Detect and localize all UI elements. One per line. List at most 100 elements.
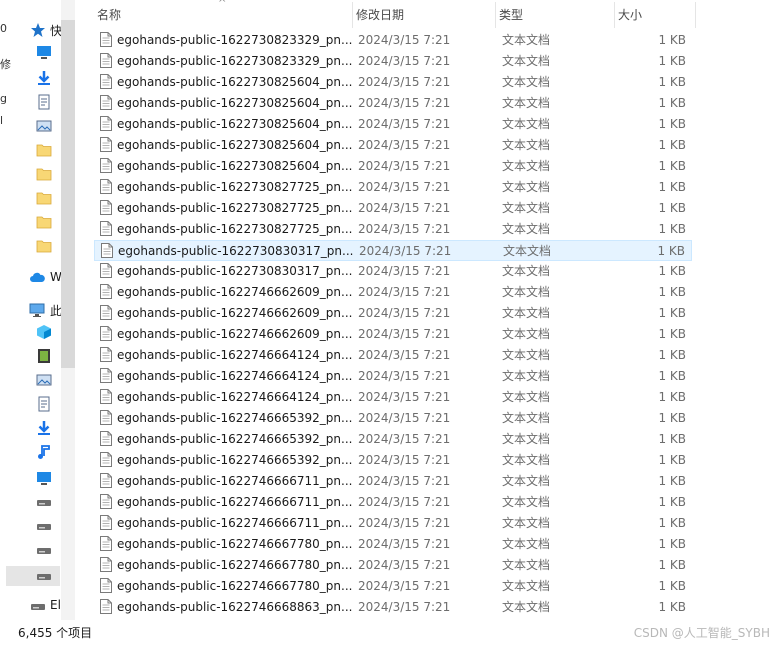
- folder-icon: [36, 214, 52, 230]
- file-row[interactable]: egohands-public-1622730823329_pn... 2024/…: [94, 30, 692, 51]
- nav-scrollbar[interactable]: [61, 0, 75, 620]
- file-name[interactable]: egohands-public-1622730827725_pn...: [117, 219, 352, 240]
- file-name[interactable]: egohands-public-1622730830317_pn...: [117, 261, 352, 282]
- file-row[interactable]: egohands-public-1622730825604_pn... 2024/…: [94, 156, 692, 177]
- file-row[interactable]: egohands-public-1622730825604_pn... 2024/…: [94, 72, 692, 93]
- desktop-icon: [36, 44, 52, 60]
- file-name[interactable]: egohands-public-1622730823329_pn...: [117, 30, 352, 51]
- file-name[interactable]: egohands-public-1622746662609_pn...: [117, 324, 352, 345]
- file-name[interactable]: egohands-public-1622746667780_pn...: [117, 576, 352, 597]
- file-row[interactable]: egohands-public-1622730827725_pn... 2024/…: [94, 219, 692, 240]
- file-modified-date: 2024/3/15 7:21: [358, 390, 451, 404]
- file-row[interactable]: egohands-public-1622746664124_pn... 2024/…: [94, 387, 692, 408]
- file-row[interactable]: egohands-public-1622730825604_pn... 2024/…: [94, 93, 692, 114]
- file-name[interactable]: egohands-public-1622746664124_pn...: [117, 366, 352, 387]
- column-divider[interactable]: [695, 2, 696, 28]
- watermark-text: CSDN @人工智能_SYBH: [633, 626, 770, 640]
- pictures-icon: [36, 118, 52, 134]
- file-name[interactable]: egohands-public-1622746662609_pn...: [117, 282, 352, 303]
- file-row[interactable]: egohands-public-1622746667780_pn... 2024/…: [94, 534, 692, 555]
- nav-item[interactable]: [6, 566, 60, 586]
- text-file-icon: [100, 452, 112, 467]
- file-name[interactable]: egohands-public-1622730823329_pn...: [117, 51, 352, 72]
- column-header-name[interactable]: 名称: [94, 0, 352, 28]
- file-name[interactable]: egohands-public-1622746665392_pn...: [117, 450, 352, 471]
- file-row[interactable]: egohands-public-1622746664124_pn... 2024/…: [94, 345, 692, 366]
- drive-icon: [36, 542, 52, 558]
- file-type: 文本文档: [502, 222, 551, 236]
- file-name[interactable]: egohands-public-1622746668863_pn...: [117, 597, 352, 618]
- file-row[interactable]: egohands-public-1622746666711_pn... 2024/…: [94, 513, 692, 534]
- file-row[interactable]: egohands-public-1622746666711_pn... 2024/…: [94, 492, 692, 513]
- file-type: 文本文档: [502, 75, 551, 89]
- file-row[interactable]: egohands-public-1622730827725_pn... 2024/…: [94, 198, 692, 219]
- file-row[interactable]: egohands-public-1622746667780_pn... 2024/…: [94, 576, 692, 597]
- file-type: 文本文档: [502, 516, 551, 530]
- file-name[interactable]: egohands-public-1622730830317_pn...: [118, 241, 353, 262]
- file-type: 文本文档: [502, 306, 551, 320]
- file-row[interactable]: egohands-public-1622730827725_pn... 2024/…: [94, 177, 692, 198]
- file-name[interactable]: egohands-public-1622746664124_pn...: [117, 345, 352, 366]
- file-list: egohands-public-1622730823329_pn... 2024/…: [94, 30, 694, 620]
- file-row[interactable]: egohands-public-1622746662609_pn... 2024/…: [94, 303, 692, 324]
- file-row[interactable]: egohands-public-1622730830317_pn... 2024/…: [94, 261, 692, 282]
- desktop-icon: [36, 470, 52, 486]
- file-type: 文本文档: [503, 244, 552, 258]
- drive-icon: [36, 568, 52, 584]
- file-size: 1 KB: [658, 96, 686, 110]
- file-name[interactable]: egohands-public-1622746666711_pn...: [117, 471, 352, 492]
- file-name[interactable]: egohands-public-1622730827725_pn...: [117, 177, 352, 198]
- documents-icon: [36, 94, 52, 110]
- text-file-icon: [100, 599, 112, 614]
- file-row[interactable]: egohands-public-1622746665392_pn... 2024/…: [94, 450, 692, 471]
- file-row[interactable]: egohands-public-1622746662609_pn... 2024/…: [94, 282, 692, 303]
- 3d-objects-icon: [36, 324, 52, 340]
- file-name[interactable]: egohands-public-1622730827725_pn...: [117, 198, 352, 219]
- pictures-icon: [36, 372, 52, 388]
- file-type: 文本文档: [502, 495, 551, 509]
- file-type: 文本文档: [502, 96, 551, 110]
- file-name[interactable]: egohands-public-1622730825604_pn...: [117, 72, 352, 93]
- file-row[interactable]: egohands-public-1622746667780_pn... 2024/…: [94, 555, 692, 576]
- file-type: 文本文档: [502, 54, 551, 68]
- file-row[interactable]: egohands-public-1622746665392_pn... 2024/…: [94, 408, 692, 429]
- file-name[interactable]: egohands-public-1622730825604_pn...: [117, 156, 352, 177]
- text-file-icon: [100, 137, 112, 152]
- nav-scrollbar-thumb[interactable]: [61, 20, 75, 368]
- folder-icon: [36, 238, 52, 254]
- file-name[interactable]: egohands-public-1622746664124_pn...: [117, 387, 352, 408]
- file-name[interactable]: egohands-public-1622746665392_pn...: [117, 429, 352, 450]
- text-file-icon: [100, 200, 112, 215]
- file-modified-date: 2024/3/15 7:21: [358, 600, 451, 614]
- file-size: 1 KB: [658, 285, 686, 299]
- file-type: 文本文档: [502, 33, 551, 47]
- file-name[interactable]: egohands-public-1622746667780_pn...: [117, 534, 352, 555]
- file-name[interactable]: egohands-public-1622730825604_pn...: [117, 114, 352, 135]
- file-name[interactable]: egohands-public-1622746666711_pn...: [117, 492, 352, 513]
- file-size: 1 KB: [658, 558, 686, 572]
- file-row[interactable]: egohands-public-1622730825604_pn... 2024/…: [94, 135, 692, 156]
- file-row[interactable]: egohands-public-1622730830317_pn... 2024/…: [94, 240, 692, 261]
- file-row[interactable]: egohands-public-1622746668863_pn... 2024/…: [94, 597, 692, 618]
- file-name[interactable]: egohands-public-1622746665392_pn...: [117, 408, 352, 429]
- file-name[interactable]: egohands-public-1622746667780_pn...: [117, 555, 352, 576]
- file-row[interactable]: egohands-public-1622746664124_pn... 2024/…: [94, 366, 692, 387]
- file-size: 1 KB: [658, 516, 686, 530]
- file-name[interactable]: egohands-public-1622746666711_pn...: [117, 513, 352, 534]
- column-header-date[interactable]: 修改日期: [353, 0, 495, 28]
- file-size: 1 KB: [658, 348, 686, 362]
- file-type: 文本文档: [502, 117, 551, 131]
- file-name[interactable]: egohands-public-1622730825604_pn...: [117, 135, 352, 156]
- file-row[interactable]: egohands-public-1622730823329_pn... 2024/…: [94, 51, 692, 72]
- file-name[interactable]: egohands-public-1622730825604_pn...: [117, 93, 352, 114]
- quick-access-star-icon: [30, 22, 46, 38]
- file-size: 1 KB: [658, 159, 686, 173]
- file-row[interactable]: egohands-public-1622746662609_pn... 2024/…: [94, 324, 692, 345]
- file-row[interactable]: egohands-public-1622730825604_pn... 2024/…: [94, 114, 692, 135]
- file-type: 文本文档: [502, 180, 551, 194]
- file-row[interactable]: egohands-public-1622746666711_pn... 2024/…: [94, 471, 692, 492]
- file-row[interactable]: egohands-public-1622746665392_pn... 2024/…: [94, 429, 692, 450]
- column-header-size[interactable]: 大小: [615, 0, 695, 28]
- file-name[interactable]: egohands-public-1622746662609_pn...: [117, 303, 352, 324]
- column-header-type[interactable]: 类型: [496, 0, 614, 28]
